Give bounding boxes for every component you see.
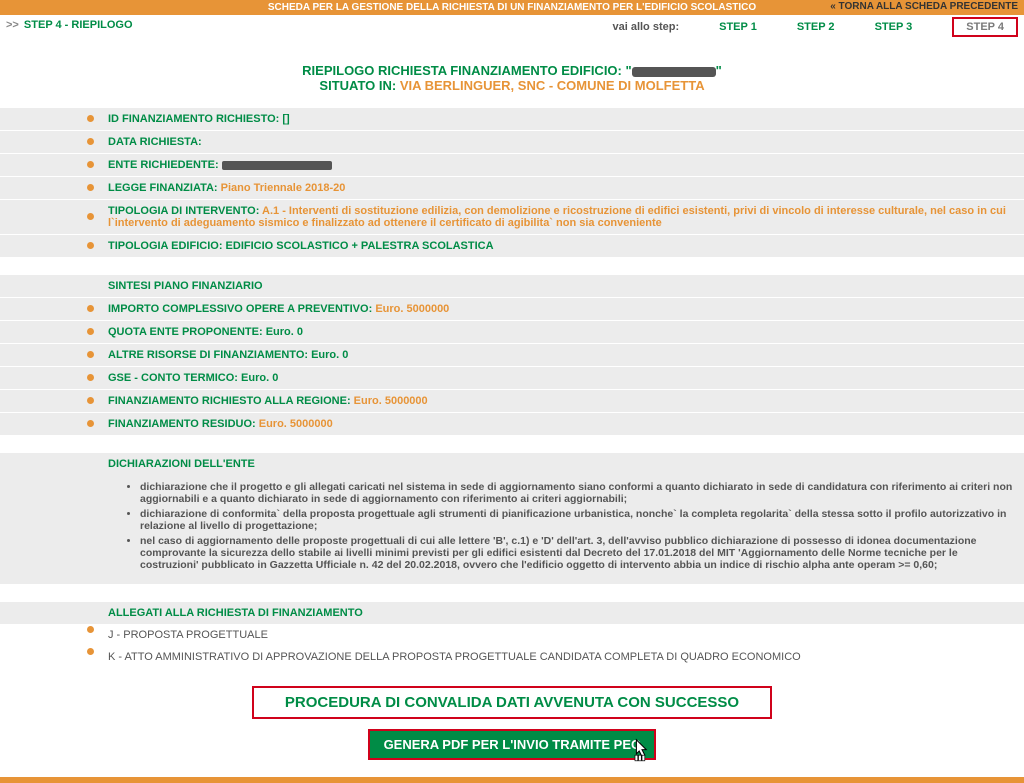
bullet-icon	[87, 328, 94, 335]
tipologia-intervento-label: TIPOLOGIA DI INTERVENTO:	[108, 205, 262, 217]
data-richiesta-label: DATA RICHIESTA:	[108, 136, 202, 148]
step-nav-label: vai allo step:	[612, 21, 679, 33]
row-legge-finanziata: LEGGE FINANZIATA: Piano Triennale 2018-2…	[0, 176, 1024, 199]
current-step-text: STEP 4 - RIEPILOGO	[24, 19, 133, 31]
row-finanziamento-regione: FINANZIAMENTO RICHIESTO ALLA REGIONE: Eu…	[0, 389, 1024, 412]
quota-label: QUOTA ENTE PROPONENTE:	[108, 326, 266, 338]
legge-finanziata-label: LEGGE FINANZIATA:	[108, 182, 221, 194]
altre-value: Euro. 0	[311, 349, 348, 361]
row-quota-ente: QUOTA ENTE PROPONENTE: Euro. 0	[0, 320, 1024, 343]
bullet-icon	[87, 648, 94, 655]
header-sintesi-piano: SINTESI PIANO FINANZIARIO	[0, 275, 1024, 297]
row-altre-risorse: ALTRE RISORSE DI FINANZIAMENTO: Euro. 0	[0, 343, 1024, 366]
generate-pdf-pec-button[interactable]: GENERA PDF PER L'INVIO TRAMITE PEC	[368, 729, 657, 760]
redacted-building-name	[632, 67, 716, 77]
row-id-finanziamento: ID FINANZIAMENTO RICHIESTO: []	[0, 107, 1024, 130]
step-4-link[interactable]: STEP 4	[966, 21, 1004, 33]
step-arrow-icon: >>	[6, 19, 19, 31]
row-dichiarazioni-body: dichiarazione che il progetto e gli alle…	[0, 475, 1024, 584]
importo-value: Euro. 5000000	[375, 303, 449, 315]
bullet-icon	[87, 351, 94, 358]
header-dichiarazioni: DICHIARAZIONI DELL'ENTE	[0, 453, 1024, 475]
bullet-icon	[87, 397, 94, 404]
residuo-value: Euro. 5000000	[259, 418, 333, 430]
bullet-icon	[87, 626, 94, 633]
gse-label: GSE - CONTO TERMICO:	[108, 372, 241, 384]
bullet-icon	[87, 374, 94, 381]
row-importo-complessivo: IMPORTO COMPLESSIVO OPERE A PREVENTIVO: …	[0, 297, 1024, 320]
header-sintesi-piano-label: SINTESI PIANO FINANZIARIO	[100, 275, 1024, 297]
bullet-icon	[87, 161, 94, 168]
back-link[interactable]: « TORNA ALLA SCHEDA PRECEDENTE	[830, 1, 1018, 12]
step-1-link[interactable]: STEP 1	[719, 21, 757, 33]
regione-label: FINANZIAMENTO RICHIESTO ALLA REGIONE:	[108, 395, 354, 407]
row-tipologia-intervento: TIPOLOGIA DI INTERVENTO: A.1 - Intervent…	[0, 199, 1024, 234]
current-step-label: >> STEP 4 - RIEPILOGO	[6, 19, 133, 31]
bullet-icon	[87, 184, 94, 191]
pec-button-wrap: GENERA PDF PER L'INVIO TRAMITE PEC	[0, 729, 1024, 771]
header-allegati-label: ALLEGATI ALLA RICHIESTA DI FINANZIAMENTO	[100, 602, 1024, 624]
row-allegato-k: K - ATTO AMMINISTRATIVO DI APPROVAZIONE …	[0, 646, 1024, 668]
quota-value: Euro. 0	[266, 326, 303, 338]
dichiarazioni-list: dichiarazione che il progetto e gli alle…	[140, 481, 1016, 571]
altre-label: ALTRE RISORSE DI FINANZIAMENTO:	[108, 349, 311, 361]
row-ente-richiedente: ENTE RICHIEDENTE:	[0, 153, 1024, 176]
title-line2-label: SITUATO IN:	[319, 78, 399, 93]
allegato-k-text: K - ATTO AMMINISTRATIVO DI APPROVAZIONE …	[100, 646, 1024, 668]
title-line1-suffix: "	[716, 63, 722, 78]
step-3-link[interactable]: STEP 3	[875, 21, 913, 33]
title-line1: RIEPILOGO RICHIESTA FINANZIAMENTO EDIFIC…	[0, 63, 1024, 78]
residuo-label: FINANZIAMENTO RESIDUO:	[108, 418, 259, 430]
row-tipologia-edificio: TIPOLOGIA EDIFICIO: EDIFICIO SCOLASTICO …	[0, 234, 1024, 257]
title-block: RIEPILOGO RICHIESTA FINANZIAMENTO EDIFIC…	[0, 63, 1024, 93]
bullet-icon	[87, 420, 94, 427]
title-line2: SITUATO IN: VIA BERLINGUER, SNC - COMUNE…	[0, 78, 1024, 93]
step-2-link[interactable]: STEP 2	[797, 21, 835, 33]
step-nav: vai allo step: STEP 1 STEP 2 STEP 3 STEP…	[612, 17, 1018, 37]
row-data-richiesta: DATA RICHIESTA:	[0, 130, 1024, 153]
step-4-active-box: STEP 4	[952, 17, 1018, 37]
bullet-icon	[87, 213, 94, 220]
regione-value: Euro. 5000000	[354, 395, 428, 407]
dichiarazione-item: dichiarazione di conformita` della propo…	[140, 508, 1016, 532]
bullet-icon	[87, 242, 94, 249]
header-dichiarazioni-label: DICHIARAZIONI DELL'ENTE	[100, 453, 1024, 475]
importo-label: IMPORTO COMPLESSIVO OPERE A PREVENTIVO:	[108, 303, 375, 315]
title-line1-prefix: RIEPILOGO RICHIESTA FINANZIAMENTO EDIFIC…	[302, 63, 631, 78]
step-bar: « TORNA ALLA SCHEDA PRECEDENTE >> STEP 4…	[0, 15, 1024, 41]
legge-finanziata-value: Piano Triennale 2018-20	[221, 182, 346, 194]
header-allegati: ALLEGATI ALLA RICHIESTA DI FINANZIAMENTO	[0, 602, 1024, 624]
bullet-icon	[87, 138, 94, 145]
bullet-icon	[87, 305, 94, 312]
id-finanziamento-label: ID FINANZIAMENTO RICHIESTO: [	[108, 113, 286, 125]
bottom-orange-bar	[0, 777, 1024, 783]
row-allegato-j: J - PROPOSTA PROGETTUALE	[0, 624, 1024, 646]
tipologia-edificio-value: EDIFICIO SCOLASTICO + PALESTRA SCOLASTIC…	[226, 240, 494, 252]
bullet-icon	[87, 115, 94, 122]
dichiarazione-item: nel caso di aggiornamento delle proposte…	[140, 535, 1016, 571]
ente-richiedente-label: ENTE RICHIEDENTE:	[108, 159, 222, 171]
allegato-j-text: J - PROPOSTA PROGETTUALE	[100, 624, 1024, 646]
validation-success-box: PROCEDURA DI CONVALIDA DATI AVVENUTA CON…	[252, 686, 772, 719]
gse-value: Euro. 0	[241, 372, 278, 384]
title-line2-value: VIA BERLINGUER, SNC - COMUNE DI MOLFETTA	[400, 78, 705, 93]
row-finanziamento-residuo: FINANZIAMENTO RESIDUO: Euro. 5000000	[0, 412, 1024, 435]
dichiarazione-item: dichiarazione che il progetto e gli alle…	[140, 481, 1016, 505]
redacted-ente	[222, 161, 332, 170]
id-finanziamento-suffix: ]	[286, 113, 290, 125]
cursor-pointer-icon	[630, 737, 654, 765]
row-gse: GSE - CONTO TERMICO: Euro. 0	[0, 366, 1024, 389]
tipologia-edificio-label: TIPOLOGIA EDIFICIO:	[108, 240, 226, 252]
